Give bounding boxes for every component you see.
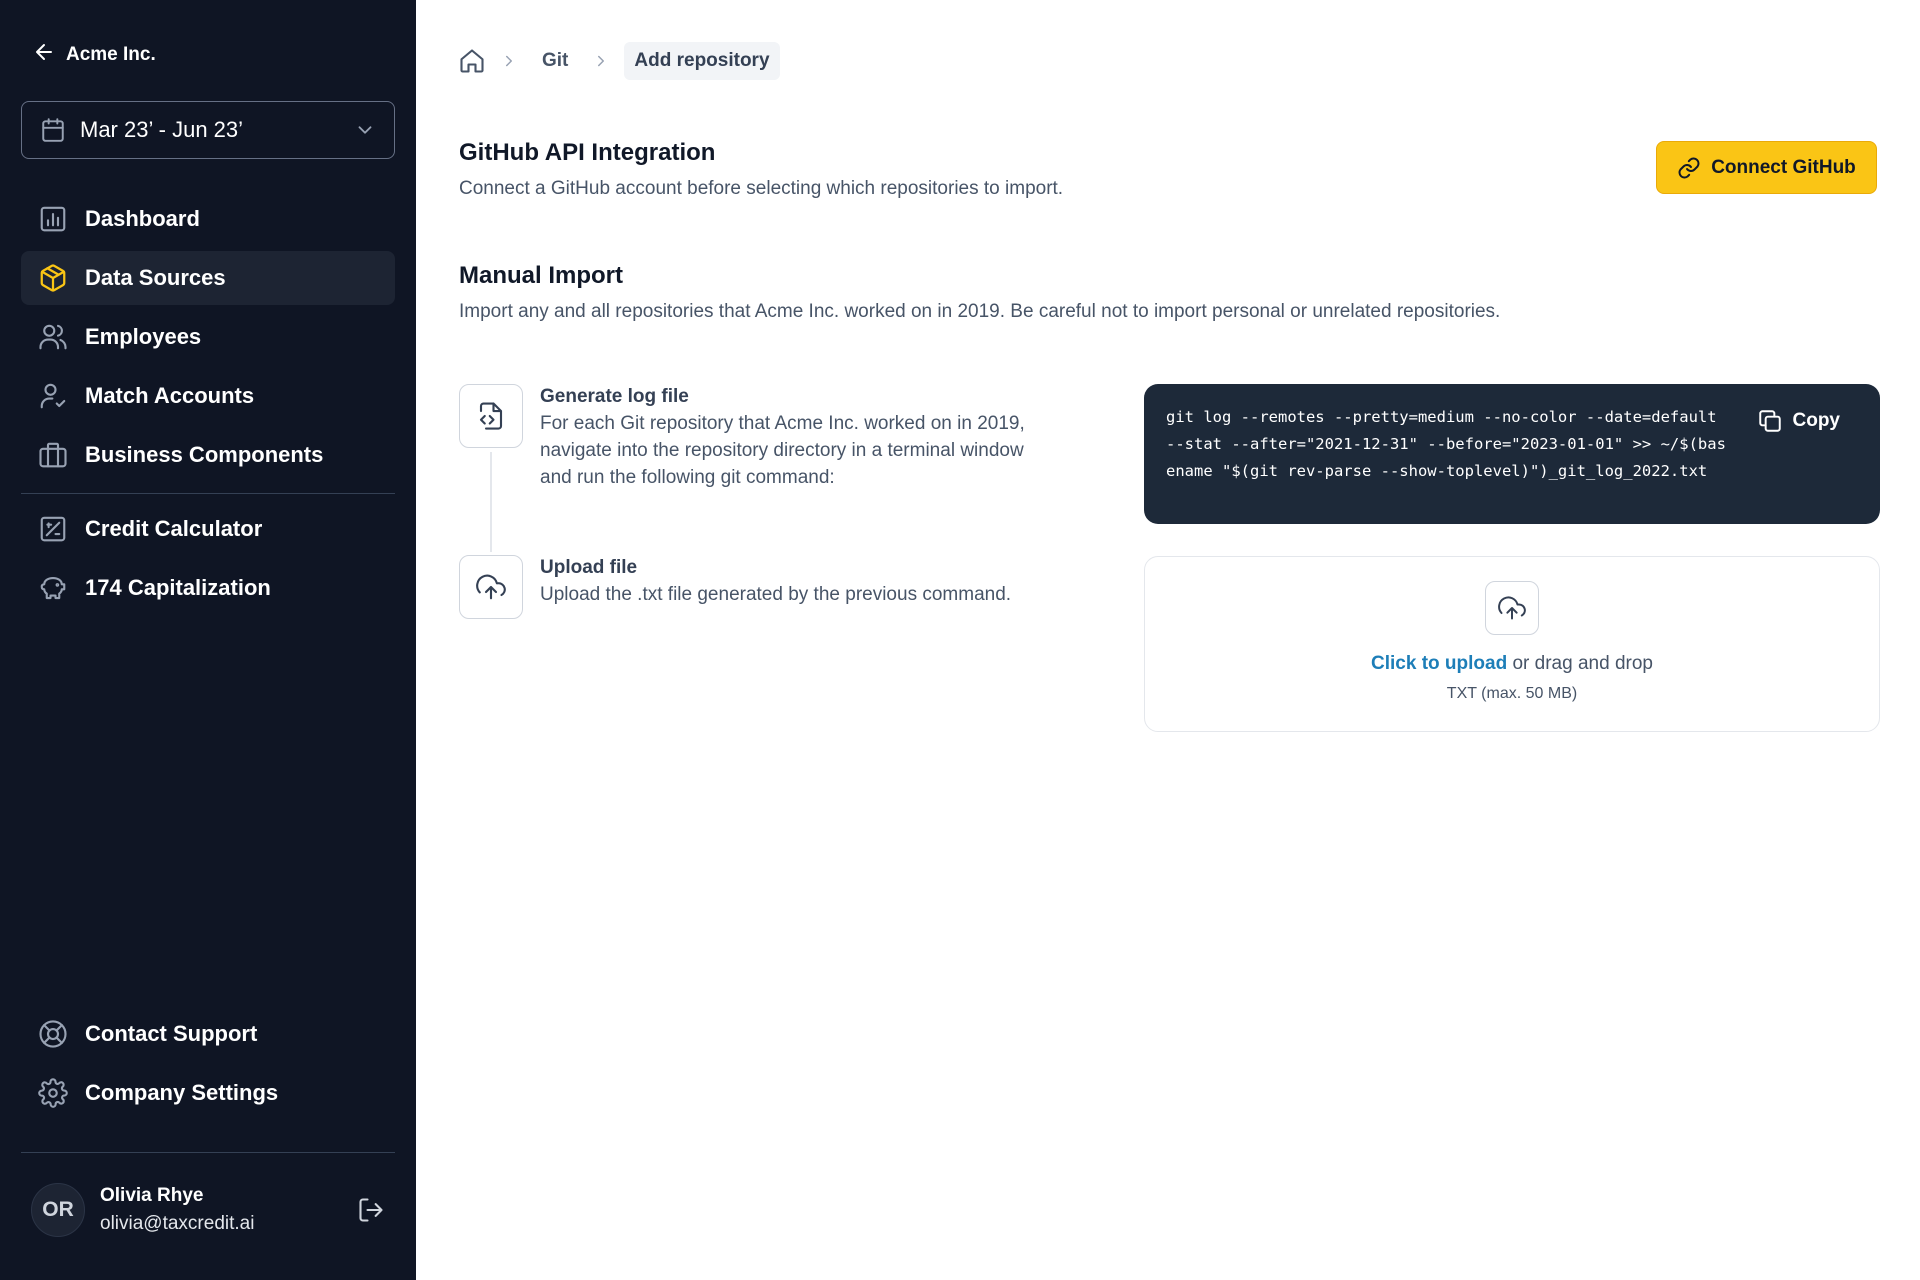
user-email: olivia@taxcredit.ai <box>100 1213 255 1234</box>
chevron-right-icon <box>500 52 518 70</box>
copy-button[interactable]: Copy <box>1757 408 1841 434</box>
sidebar-item-label: Dashboard <box>85 206 200 231</box>
sidebar: Acme Inc. Mar 23’ - Jun 23’ Dashboard Da… <box>0 0 416 1280</box>
upload-cloud-icon <box>1485 581 1539 635</box>
step-description: For each Git repository that Acme Inc. w… <box>540 413 1025 488</box>
sidebar-item-label: Employees <box>85 324 202 349</box>
copy-label: Copy <box>1792 410 1841 431</box>
sidebar-item-data-sources[interactable]: Data Sources <box>21 251 395 305</box>
connect-github-label: Connect GitHub <box>1711 156 1856 178</box>
avatar: OR <box>31 1183 85 1237</box>
sidebar-item-company-settings[interactable]: Company Settings <box>21 1066 395 1120</box>
sidebar-item-match-accounts[interactable]: Match Accounts <box>21 369 395 423</box>
sidebar-nav-footer: Contact Support Company Settings <box>21 1007 395 1125</box>
git-command-text[interactable]: git log --remotes --pretty=medium --no-c… <box>1166 404 1726 485</box>
bar-chart-icon <box>38 204 68 234</box>
manual-section-description: Import any and all repositories that Acm… <box>459 301 1501 322</box>
step-description: Upload the .txt file generated by the pr… <box>540 584 1012 605</box>
chevron-right-icon <box>592 52 610 70</box>
sidebar-item-contact-support[interactable]: Contact Support <box>21 1007 395 1061</box>
github-section-description: Connect a GitHub account before selectin… <box>459 178 1064 199</box>
sidebar-item-label: Credit Calculator <box>85 516 263 541</box>
connect-github-button[interactable]: Connect GitHub <box>1656 141 1877 194</box>
life-buoy-icon <box>38 1019 68 1049</box>
step-connector <box>490 452 492 552</box>
drag-drop-text: or drag and drop <box>1507 653 1653 674</box>
sidebar-item-174-capitalization[interactable]: 174 Capitalization <box>21 561 395 615</box>
sidebar-item-label: Contact Support <box>85 1021 258 1046</box>
sidebar-item-employees[interactable]: Employees <box>21 310 395 364</box>
gear-icon <box>38 1078 68 1108</box>
breadcrumb-git[interactable]: Git <box>532 42 578 80</box>
breadcrumb-add-repository[interactable]: Add repository <box>624 42 780 80</box>
sidebar-divider <box>21 1152 395 1153</box>
building-icon <box>38 440 68 470</box>
users-icon <box>38 322 68 352</box>
sidebar-item-label: Match Accounts <box>85 383 255 408</box>
sidebar-item-label: Business Components <box>85 442 324 467</box>
chevron-down-icon <box>354 119 376 141</box>
piggy-bank-icon <box>38 573 68 603</box>
user-name: Olivia Rhye <box>100 1185 204 1206</box>
click-to-upload-link[interactable]: Click to upload <box>1371 653 1507 674</box>
date-range-select[interactable]: Mar 23’ - Jun 23’ <box>21 101 395 159</box>
sidebar-divider <box>21 493 395 494</box>
main-content: Git Add repository GitHub API Integratio… <box>416 0 1920 1280</box>
sidebar-item-label: Company Settings <box>85 1080 279 1105</box>
logout-icon[interactable] <box>357 1196 385 1224</box>
org-name: Acme Inc. <box>66 44 156 65</box>
upload-file-hint: TXT (max. 50 MB) <box>1446 685 1578 702</box>
link-icon <box>1677 156 1701 180</box>
git-command-code-block: git log --remotes --pretty=medium --no-c… <box>1144 384 1880 524</box>
calculator-icon <box>38 514 68 544</box>
calendar-icon <box>40 117 66 143</box>
file-upload-dropzone[interactable]: Click to upload or drag and drop TXT (ma… <box>1144 556 1880 732</box>
arrow-left-icon <box>32 40 56 70</box>
sidebar-nav-main: Dashboard Data Sources Employees Match A… <box>21 192 395 487</box>
sidebar-item-label: 174 Capitalization <box>85 575 271 600</box>
sidebar-item-business-components[interactable]: Business Components <box>21 428 395 482</box>
copy-icon <box>1757 408 1783 434</box>
manual-section-title: Manual Import <box>459 262 624 289</box>
user-check-icon <box>38 381 68 411</box>
home-icon[interactable] <box>458 47 486 75</box>
upload-cloud-icon <box>459 555 523 619</box>
sidebar-nav-tools: Credit Calculator 174 Capitalization <box>21 502 395 620</box>
breadcrumb: Git Add repository <box>458 42 780 80</box>
step-upload-file: Upload file Upload the .txt file generat… <box>459 555 1040 619</box>
file-code-icon <box>459 384 523 448</box>
date-range-value: Mar 23’ - Jun 23’ <box>80 117 244 142</box>
back-to-org-link[interactable]: Acme Inc. <box>32 40 156 70</box>
upload-instructions: Click to upload or drag and drop <box>1145 653 1879 675</box>
github-section-title: GitHub API Integration <box>459 139 716 166</box>
step-generate-log: Generate log file For each Git repositor… <box>459 384 1040 491</box>
step-title: Upload file <box>540 557 638 578</box>
sidebar-item-dashboard[interactable]: Dashboard <box>21 192 395 246</box>
step-title: Generate log file <box>540 386 689 407</box>
cube-icon <box>38 263 68 293</box>
sidebar-item-label: Data Sources <box>85 265 226 290</box>
user-profile: OR Olivia Rhye olivia@taxcredit.ai <box>31 1183 385 1237</box>
sidebar-item-credit-calculator[interactable]: Credit Calculator <box>21 502 395 556</box>
